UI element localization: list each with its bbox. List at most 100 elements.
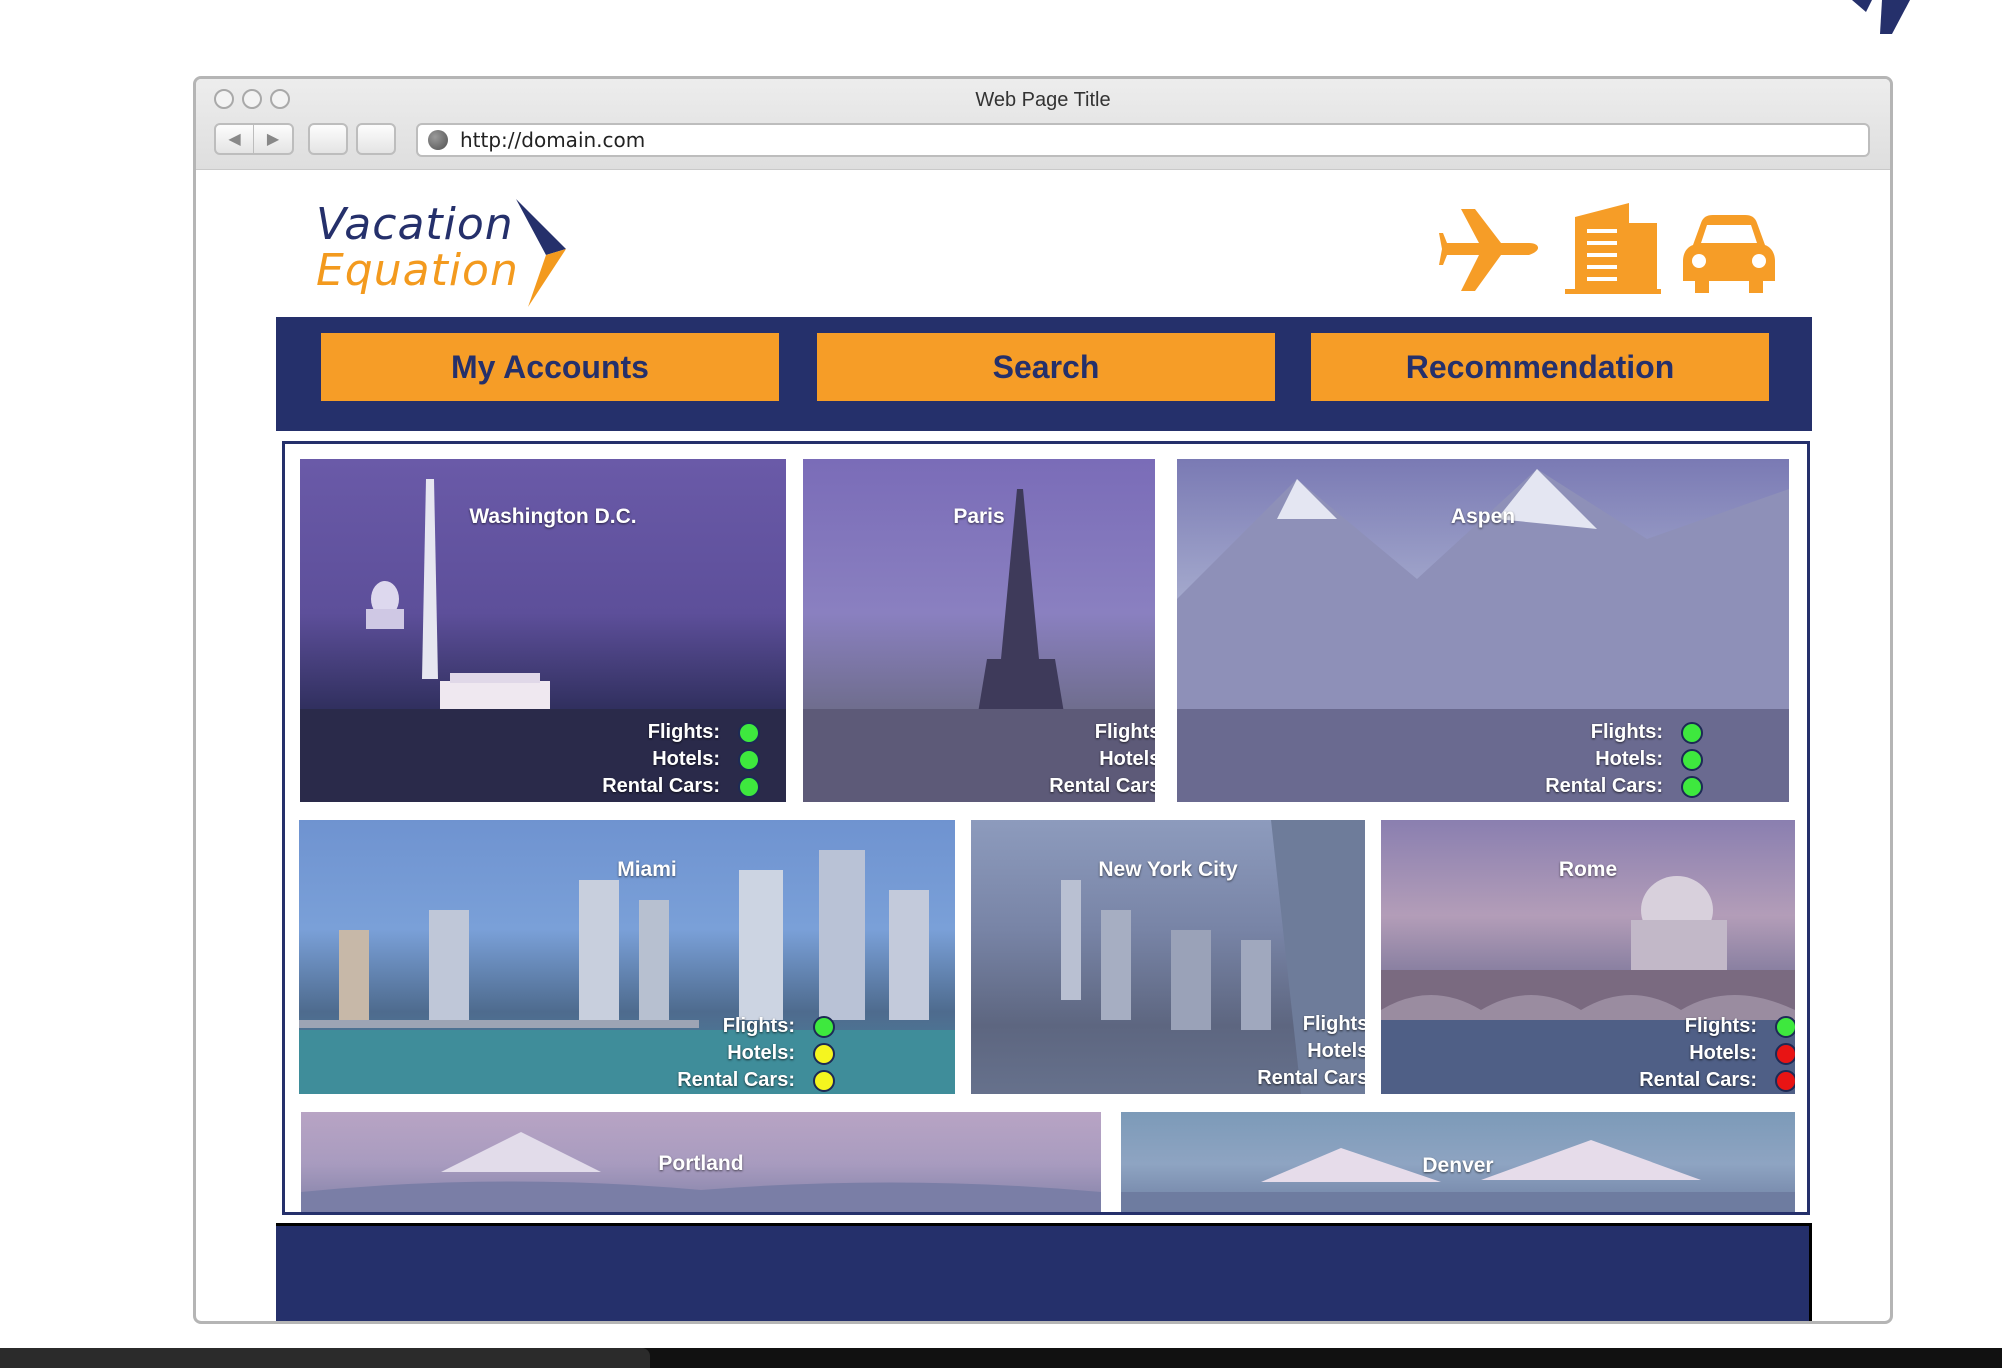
toolbar-button-2[interactable] xyxy=(356,123,396,155)
history-buttons: ◀ ▶ xyxy=(214,123,294,155)
status-label: Flights: xyxy=(1684,1015,1757,1037)
status-dot-green xyxy=(738,748,760,771)
status-row-flights: Flights: xyxy=(847,719,1155,746)
destination-tile-new-york[interactable]: New York City Flights: Hotels: Rental Cars… xyxy=(971,820,1365,1094)
back-arrow-icon: ◀ xyxy=(228,131,241,148)
status-row-rental-cars: Rental Cars: xyxy=(1343,773,1703,800)
search-button[interactable]: Search xyxy=(817,333,1275,401)
vacation-equation-logo[interactable]: Vacation Equation xyxy=(316,199,596,309)
status-dot-green xyxy=(1681,775,1703,798)
status-label: Rental Cars: xyxy=(1257,1067,1365,1089)
status-row-rental-cars: Rental Cars: xyxy=(1055,1065,1365,1092)
city-name: New York City xyxy=(1098,858,1238,881)
status-dot-green xyxy=(1681,721,1703,744)
status-label: Flights: xyxy=(1094,721,1155,743)
destination-tile-rome[interactable]: Rome Flights: Hotels: Rental Cars: xyxy=(1381,820,1795,1094)
status-row-rental-cars: Rental Cars: xyxy=(400,773,760,800)
status-label: Rental Cars: xyxy=(1639,1069,1757,1091)
airplane-icon xyxy=(1439,209,1539,291)
status-label: Hotels: xyxy=(1099,748,1155,770)
city-name: Miami xyxy=(617,858,677,881)
car-icon xyxy=(1683,215,1775,293)
page-content: Vacation Equation My Accounts Search Rec… xyxy=(196,169,1890,1321)
address-url: http://domain.com xyxy=(460,128,646,152)
status-label: Hotels: xyxy=(1595,748,1663,770)
city-name: Portland xyxy=(658,1152,744,1175)
destination-tile-portland[interactable]: Portland xyxy=(301,1112,1101,1212)
status-label: Rental Cars: xyxy=(677,1069,795,1091)
toolbar-button-1[interactable] xyxy=(308,123,348,155)
status-row-hotels: Hotels: xyxy=(1055,1038,1365,1065)
status-row-rental-cars: Rental Cars: xyxy=(1437,1067,1795,1094)
logo-chevron-icon xyxy=(516,199,566,307)
destination-tile-paris[interactable]: Paris Flights: Hotels: Rental Cars: xyxy=(803,459,1155,802)
hotel-building-icon xyxy=(1565,203,1661,294)
status-row-rental-cars: Rental Cars: xyxy=(475,1067,835,1094)
status-label: Flights: xyxy=(722,1015,795,1037)
main-navigation: My Accounts Search Recommendation xyxy=(276,317,1812,431)
taskbar-tab[interactable] xyxy=(0,1348,650,1368)
footer-bar xyxy=(276,1223,1812,1321)
status-row-hotels: Hotels: xyxy=(475,1040,835,1067)
status-row-flights: Flights: xyxy=(1437,1013,1795,1040)
status-dot-green xyxy=(738,721,760,744)
destination-tile-washington[interactable]: Washington D.C. Flights: Hotels: Rental Ca… xyxy=(300,459,786,802)
city-name: Paris xyxy=(953,505,1005,528)
status-label: Flights: xyxy=(647,721,720,743)
status-label: Flights: xyxy=(1302,1013,1365,1035)
recommendation-button[interactable]: Recommendation xyxy=(1311,333,1769,401)
availability-status: Flights: Hotels: Rental Cars: xyxy=(475,1013,835,1094)
address-bar[interactable]: http://domain.com xyxy=(416,123,1870,157)
destination-tile-denver[interactable]: Denver xyxy=(1121,1112,1795,1212)
window-title: Web Page Title xyxy=(975,89,1111,111)
status-label: Hotels: xyxy=(652,748,720,770)
availability-status: Flights: Hotels: Rental Cars: xyxy=(1437,1013,1795,1094)
city-name: Aspen xyxy=(1450,505,1516,528)
status-dot-yellow xyxy=(813,1069,835,1092)
status-dot-green xyxy=(738,775,760,798)
status-row-hotels: Hotels: xyxy=(1343,746,1703,773)
status-label: Hotels: xyxy=(1307,1040,1365,1062)
status-label: Flights: xyxy=(1590,721,1663,743)
status-row-flights: Flights: xyxy=(1343,719,1703,746)
status-label: Rental Cars: xyxy=(602,775,720,797)
service-icons xyxy=(1439,203,1775,295)
browser-titlebar: Web Page Title ◀ ▶ http://domain.com xyxy=(196,79,1890,170)
status-row-flights: Flights: xyxy=(475,1013,835,1040)
status-label: Hotels: xyxy=(727,1042,795,1064)
status-row-hotels: Hotels: xyxy=(847,746,1155,773)
status-label: Rental Cars: xyxy=(1049,775,1155,797)
globe-icon xyxy=(428,130,448,150)
status-dot-yellow xyxy=(813,1042,835,1065)
availability-status: Flights: Hotels: Rental Cars: xyxy=(847,719,1155,800)
status-label: Hotels: xyxy=(1689,1042,1757,1064)
status-row-hotels: Hotels: xyxy=(400,746,760,773)
city-name: Washington D.C. xyxy=(469,505,637,528)
logo-line-2: Equation xyxy=(316,245,519,296)
my-accounts-button[interactable]: My Accounts xyxy=(321,333,779,401)
corner-logo-fragment-icon xyxy=(1852,0,1910,34)
status-label: Rental Cars: xyxy=(1545,775,1663,797)
forward-arrow-icon: ▶ xyxy=(266,131,280,148)
status-dot-red xyxy=(1775,1042,1795,1065)
city-name: Rome xyxy=(1558,858,1618,881)
availability-status: Flights: Hotels: Rental Cars: xyxy=(400,719,760,800)
status-row-flights: Flights: xyxy=(400,719,760,746)
status-row-hotels: Hotels: xyxy=(1437,1040,1795,1067)
destination-tile-miami[interactable]: Miami Flights: Hotels: Rental Cars: xyxy=(299,820,955,1094)
status-row-flights: Flights: xyxy=(1055,1011,1365,1038)
logo-line-1: Vacation xyxy=(316,199,514,250)
back-button[interactable]: ◀ xyxy=(214,123,254,155)
availability-status: Flights: Hotels: Rental Cars: xyxy=(1055,1011,1365,1092)
status-row-rental-cars: Rental Cars: xyxy=(847,773,1155,800)
city-name: Denver xyxy=(1422,1154,1494,1177)
os-taskbar xyxy=(0,1348,2002,1368)
status-dot-green xyxy=(1775,1015,1795,1038)
browser-window: Web Page Title ◀ ▶ http://domain.com Vac… xyxy=(193,76,1893,1324)
destination-gallery: Washington D.C. Flights: Hotels: Rental Ca… xyxy=(282,441,1810,1215)
destination-tile-aspen[interactable]: Aspen Flights: Hotels: Rental Cars: xyxy=(1177,459,1789,802)
status-dot-green xyxy=(1681,748,1703,771)
status-dot-red xyxy=(1775,1069,1795,1092)
status-dot-green xyxy=(813,1015,835,1038)
forward-button[interactable]: ▶ xyxy=(254,123,294,155)
